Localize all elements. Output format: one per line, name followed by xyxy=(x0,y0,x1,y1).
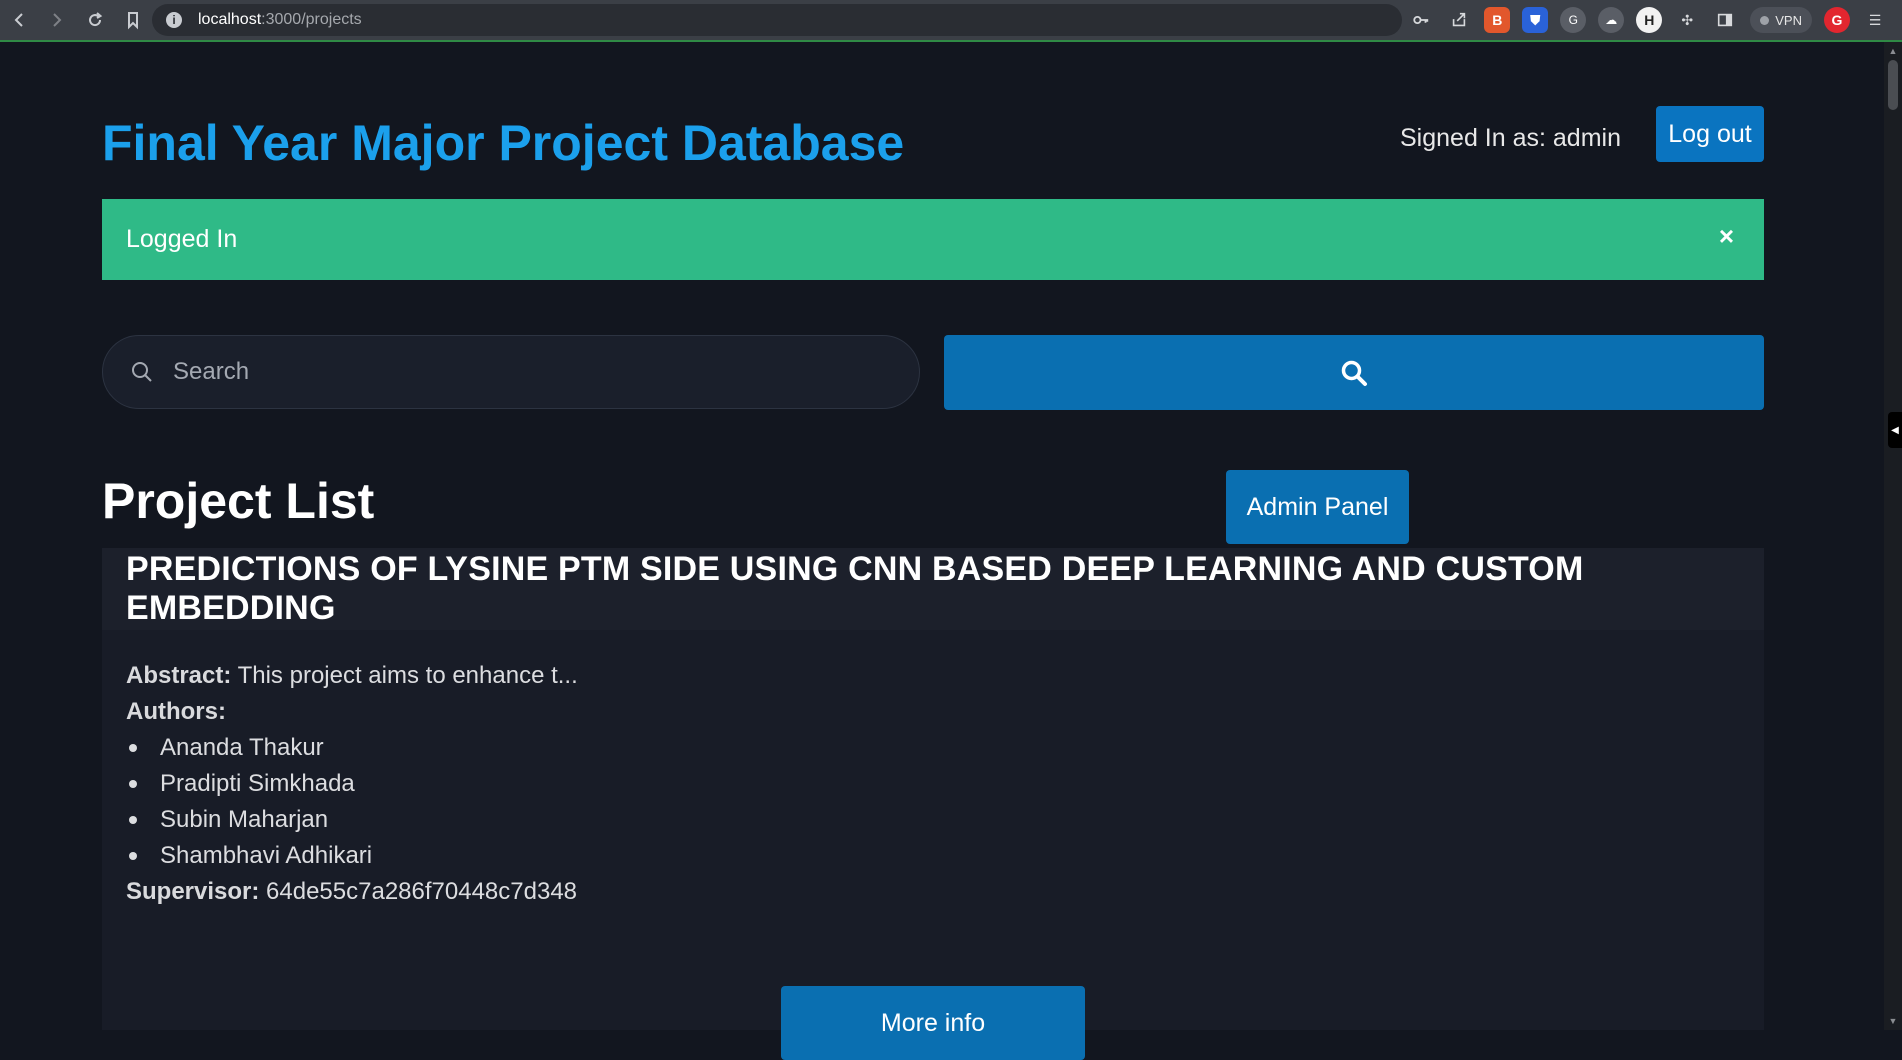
grammarly-ext-icon[interactable]: G xyxy=(1560,7,1587,33)
authors-list: Ananda Thakur Pradipti Simkhada Subin Ma… xyxy=(126,730,1740,874)
share-icon[interactable] xyxy=(1446,7,1472,33)
page-content: Final Year Major Project Database Signed… xyxy=(0,42,1884,1060)
close-icon[interactable]: × xyxy=(1719,221,1734,252)
reload-icon[interactable] xyxy=(76,2,114,38)
bitwarden-icon[interactable]: ⛊ xyxy=(1522,7,1549,33)
signed-in-text: Signed In as: admin xyxy=(1400,124,1621,152)
project-title: PREDICTIONS OF LYSINE PTM SIDE USING CNN… xyxy=(126,550,1584,627)
search-button[interactable] xyxy=(944,335,1764,410)
logout-button[interactable]: Log out xyxy=(1656,106,1764,162)
site-info-icon[interactable]: i xyxy=(166,12,182,28)
site-title[interactable]: Final Year Major Project Database xyxy=(102,114,904,172)
search-field[interactable] xyxy=(102,335,920,409)
address-bar[interactable]: i localhost:3000/projects xyxy=(152,4,1402,36)
success-alert: Logged In × xyxy=(102,199,1764,280)
cloud-ext-icon[interactable]: ☁ xyxy=(1598,7,1625,33)
sidebar-collapse-icon[interactable]: ◀ xyxy=(1888,412,1902,448)
author-item: Subin Maharjan xyxy=(126,802,1740,838)
scroll-thumb[interactable] xyxy=(1888,60,1898,110)
grammarly-icon[interactable]: G xyxy=(1824,7,1850,33)
puzzle-extensions-icon[interactable]: ✣ xyxy=(1674,7,1700,33)
authors-label: Authors: xyxy=(126,698,226,725)
back-icon[interactable] xyxy=(0,2,38,38)
supervisor-row: Supervisor: 64de55c7a286f70448c7d348 xyxy=(126,874,1740,910)
vpn-status-icon xyxy=(1760,15,1770,25)
browser-toolbar: i localhost:3000/projects B ⛊ G ☁ H ✣ VP… xyxy=(0,0,1902,42)
search-icon xyxy=(1341,360,1367,386)
forward-icon[interactable] xyxy=(38,2,76,38)
abstract-label: Abstract: xyxy=(126,662,232,689)
supervisor-value: 64de55c7a286f70448c7d348 xyxy=(259,878,578,905)
bookmark-icon[interactable] xyxy=(114,2,152,38)
abstract-text: This project aims to enhance t... xyxy=(231,662,578,689)
project-list-heading: Project List xyxy=(102,473,375,529)
supervisor-label: Supervisor: xyxy=(126,878,260,905)
scroll-up-icon[interactable]: ▲ xyxy=(1888,46,1898,56)
project-card-body: Abstract: This project aims to enhance t… xyxy=(102,630,1764,910)
scrollbar[interactable]: ▲ ▼ xyxy=(1884,42,1902,1030)
more-info-button[interactable]: More info xyxy=(781,986,1085,1060)
sidebar-toggle-icon[interactable] xyxy=(1712,7,1738,33)
vpn-button[interactable]: VPN xyxy=(1750,7,1812,33)
author-item: Shambhavi Adhikari xyxy=(126,838,1740,874)
extensions-area: B ⛊ G ☁ H ✣ VPN G ☰ xyxy=(1408,0,1902,40)
author-item: Pradipti Simkhada xyxy=(126,766,1740,802)
key-icon[interactable] xyxy=(1408,7,1434,33)
url-host: localhost xyxy=(198,11,262,28)
scroll-down-icon[interactable]: ▼ xyxy=(1888,1016,1898,1026)
project-card-header: PREDICTIONS OF LYSINE PTM SIDE USING CNN… xyxy=(102,548,1764,630)
menu-icon[interactable]: ☰ xyxy=(1862,7,1888,33)
project-card: PREDICTIONS OF LYSINE PTM SIDE USING CNN… xyxy=(102,548,1764,1060)
admin-panel-button[interactable]: Admin Panel xyxy=(1226,470,1409,544)
h-ext-icon[interactable]: H xyxy=(1636,7,1663,33)
abstract-row: Abstract: This project aims to enhance t… xyxy=(126,658,1740,694)
search-input[interactable] xyxy=(171,357,871,387)
alert-message: Logged In xyxy=(126,225,238,253)
search-icon xyxy=(132,362,152,382)
vpn-label: VPN xyxy=(1775,12,1802,28)
url-path: :3000/projects xyxy=(261,11,362,28)
author-item: Ananda Thakur xyxy=(126,730,1740,766)
brave-shields-icon[interactable]: B xyxy=(1484,7,1511,33)
